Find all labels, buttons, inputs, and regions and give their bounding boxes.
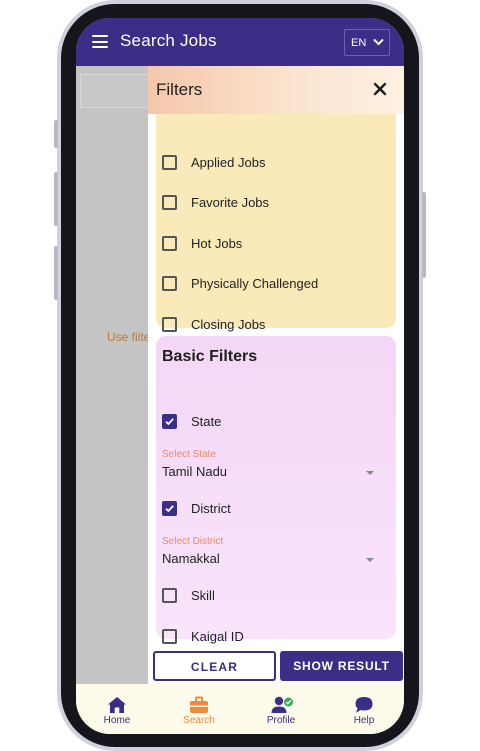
state-select-label: Select State [162, 449, 216, 460]
app-screen: Search Jobs EN Use filters Applied Jobs … [76, 18, 404, 734]
background-hint-text: Use filters [107, 330, 149, 344]
show-result-button[interactable]: SHOW RESULT [280, 651, 403, 681]
basic-filters-title: Basic Filters [162, 348, 258, 365]
filters-drawer: Applied Jobs Favorite Jobs Hot Jobs Phys… [148, 66, 404, 686]
side-button [54, 172, 58, 226]
profile-icon [271, 696, 293, 713]
chevron-down-icon [373, 38, 384, 46]
dropdown-arrow-icon[interactable] [366, 471, 374, 475]
checkbox-label: Favorite Jobs [191, 195, 270, 210]
nav-label: Search [183, 715, 215, 726]
checkbox-label: Kaigal ID [191, 629, 244, 644]
checkbox-label: Closing Jobs [191, 317, 266, 332]
page-title: Search Jobs [120, 31, 217, 50]
chat-icon [355, 697, 373, 713]
checkbox-label: Skill [191, 588, 215, 603]
clear-button[interactable]: CLEAR [153, 651, 276, 681]
language-label: EN [351, 37, 367, 49]
checkbox-label: State [191, 414, 222, 429]
checkbox-checked[interactable] [162, 414, 177, 429]
filters-header: Filters [148, 66, 404, 114]
district-select[interactable]: Namakkal [162, 551, 220, 566]
side-button [54, 120, 58, 148]
side-button [54, 246, 58, 300]
dropdown-arrow-icon[interactable] [366, 558, 374, 562]
checkbox-label: Applied Jobs [191, 155, 266, 170]
nav-label: Profile [266, 715, 296, 726]
checkbox-label: Physically Challenged [191, 276, 319, 291]
checkbox[interactable] [162, 195, 177, 210]
nav-profile[interactable]: Profile [241, 684, 321, 734]
bottom-navigation: Home Search Profile Help [76, 684, 404, 734]
checkbox[interactable] [162, 236, 177, 251]
nav-search[interactable]: Search [159, 684, 239, 734]
checkbox[interactable] [162, 317, 177, 332]
hamburger-menu-icon[interactable] [92, 35, 108, 48]
language-selector[interactable]: EN [344, 29, 390, 56]
nav-home[interactable]: Home [77, 684, 157, 734]
quick-filters-card [156, 106, 396, 328]
nav-help[interactable]: Help [324, 684, 404, 734]
checkbox[interactable] [162, 588, 177, 603]
checkbox[interactable] [162, 629, 177, 644]
checkbox-label: District [191, 501, 231, 516]
close-icon[interactable] [373, 82, 387, 96]
side-button [422, 192, 426, 278]
checkbox[interactable] [162, 155, 177, 170]
check-icon [165, 505, 174, 513]
checkbox-label: Hot Jobs [191, 236, 243, 251]
district-select-label: Select District [162, 536, 224, 547]
state-select[interactable]: Tamil Nadu [162, 464, 227, 479]
home-icon [108, 697, 126, 713]
app-bar: Search Jobs EN [76, 18, 404, 66]
nav-label: Home [103, 715, 131, 726]
briefcase-icon [190, 696, 208, 713]
nav-label: Help [353, 715, 375, 726]
checkbox-checked[interactable] [162, 501, 177, 516]
check-icon [165, 418, 174, 426]
filters-title: Filters [156, 80, 203, 99]
checkbox[interactable] [162, 276, 177, 291]
